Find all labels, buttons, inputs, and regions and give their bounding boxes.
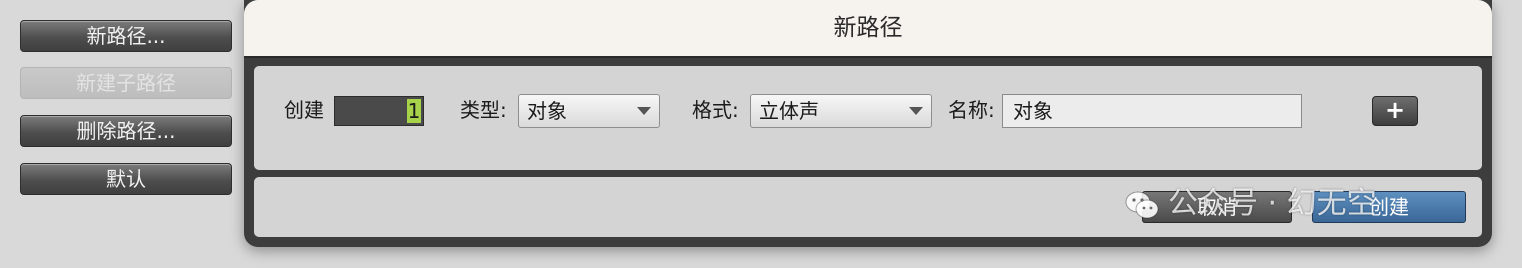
new-path-button[interactable]: 新路径... [20, 20, 232, 52]
watermark-text: 公众号 · 幻无空 [1168, 186, 1377, 221]
delete-path-button[interactable]: 删除路径... [20, 115, 232, 147]
create-count-label: 创建 [284, 98, 324, 122]
add-path-button[interactable]: + [1372, 96, 1418, 126]
default-button[interactable]: 默认 [20, 163, 232, 195]
wechat-icon [1125, 191, 1159, 218]
path-settings-panel: 创建 1 类型: 对象 格式: 立体声 名称: 对象 + [254, 66, 1482, 170]
watermark: 公众号 · 幻无空 [1124, 182, 1377, 226]
chevron-down-icon [637, 107, 651, 115]
type-label: 类型: [460, 98, 507, 122]
name-label: 名称: [948, 98, 995, 122]
format-label: 格式: [692, 98, 739, 122]
chevron-down-icon [909, 107, 923, 115]
name-input[interactable]: 对象 [1002, 94, 1302, 128]
path-count-value: 1 [407, 99, 421, 123]
dialog-title: 新路径 [244, 0, 1492, 58]
format-select-value: 立体声 [759, 99, 819, 123]
type-select-value: 对象 [527, 99, 567, 123]
new-subpath-button: 新建子路径 [20, 67, 232, 99]
format-select[interactable]: 立体声 [750, 94, 932, 128]
type-select[interactable]: 对象 [518, 94, 660, 128]
path-count-field[interactable]: 1 [334, 96, 424, 126]
